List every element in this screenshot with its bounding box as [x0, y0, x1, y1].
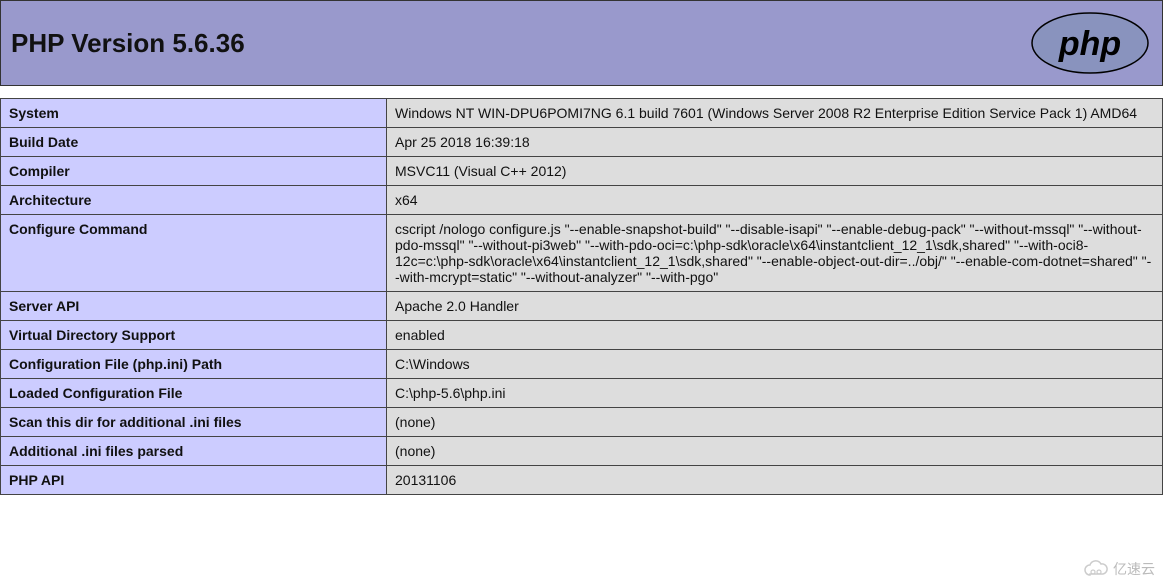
info-key: Additional .ini files parsed [1, 437, 387, 466]
info-key: Loaded Configuration File [1, 379, 387, 408]
info-value: Apache 2.0 Handler [387, 292, 1163, 321]
info-key: PHP API [1, 466, 387, 495]
table-row: Compiler MSVC11 (Visual C++ 2012) [1, 157, 1163, 186]
info-value: C:\php-5.6\php.ini [387, 379, 1163, 408]
php-logo-text: php [1058, 25, 1121, 63]
page-title: PHP Version 5.6.36 [7, 28, 245, 59]
info-value: (none) [387, 408, 1163, 437]
phpinfo-tbody: System Windows NT WIN-DPU6POMI7NG 6.1 bu… [1, 99, 1163, 495]
info-key: System [1, 99, 387, 128]
table-row: Virtual Directory Support enabled [1, 321, 1163, 350]
table-row: PHP API 20131106 [1, 466, 1163, 495]
php-logo: php [1030, 11, 1150, 75]
info-key: Configure Command [1, 215, 387, 292]
info-value: cscript /nologo configure.js "--enable-s… [387, 215, 1163, 292]
info-value: C:\Windows [387, 350, 1163, 379]
info-key: Virtual Directory Support [1, 321, 387, 350]
phpinfo-header: PHP Version 5.6.36 php [0, 0, 1163, 86]
info-key: Build Date [1, 128, 387, 157]
info-value: enabled [387, 321, 1163, 350]
info-key: Server API [1, 292, 387, 321]
info-value: 20131106 [387, 466, 1163, 495]
info-key: Configuration File (php.ini) Path [1, 350, 387, 379]
info-value: (none) [387, 437, 1163, 466]
watermark-text: 亿速云 [1113, 559, 1155, 579]
info-value: MSVC11 (Visual C++ 2012) [387, 157, 1163, 186]
info-key: Architecture [1, 186, 387, 215]
table-row: Additional .ini files parsed (none) [1, 437, 1163, 466]
table-row: Configure Command cscript /nologo config… [1, 215, 1163, 292]
watermark: 亿速云 [1083, 559, 1155, 579]
info-value: Apr 25 2018 16:39:18 [387, 128, 1163, 157]
info-value: Windows NT WIN-DPU6POMI7NG 6.1 build 760… [387, 99, 1163, 128]
table-row: Server API Apache 2.0 Handler [1, 292, 1163, 321]
table-row: Configuration File (php.ini) Path C:\Win… [1, 350, 1163, 379]
table-row: Build Date Apr 25 2018 16:39:18 [1, 128, 1163, 157]
table-row: System Windows NT WIN-DPU6POMI7NG 6.1 bu… [1, 99, 1163, 128]
phpinfo-table: System Windows NT WIN-DPU6POMI7NG 6.1 bu… [0, 98, 1163, 495]
info-key: Scan this dir for additional .ini files [1, 408, 387, 437]
table-row: Loaded Configuration File C:\php-5.6\php… [1, 379, 1163, 408]
table-row: Scan this dir for additional .ini files … [1, 408, 1163, 437]
info-value: x64 [387, 186, 1163, 215]
info-key: Compiler [1, 157, 387, 186]
table-row: Architecture x64 [1, 186, 1163, 215]
cloud-icon [1083, 560, 1109, 578]
